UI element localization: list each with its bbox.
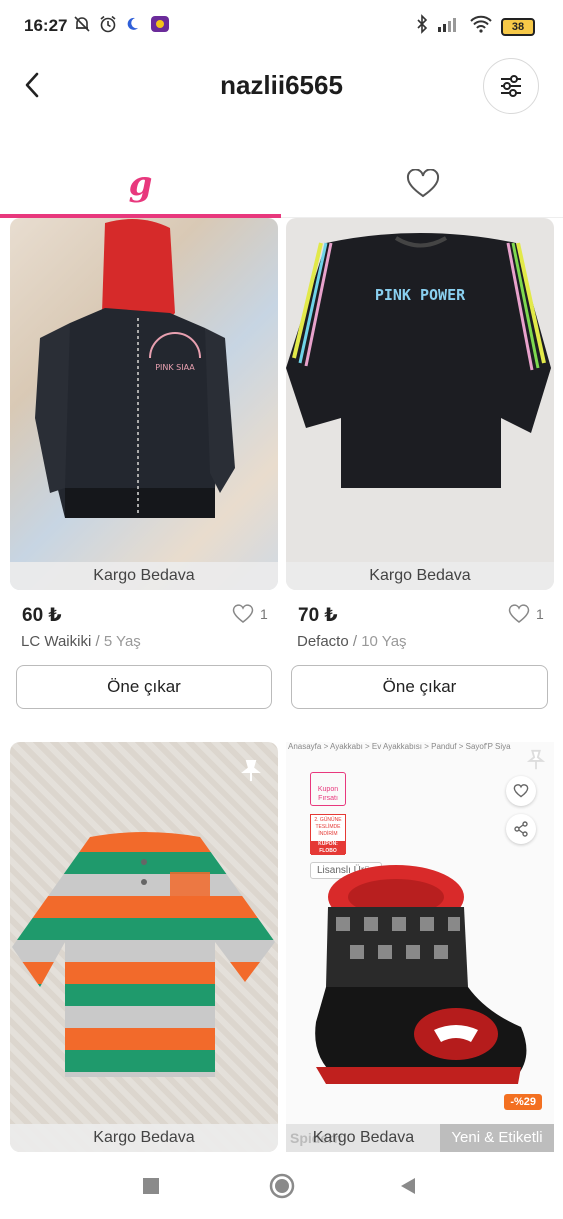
bluetooth-icon bbox=[415, 14, 429, 39]
app-notification-icon bbox=[150, 14, 170, 34]
delivery-badge: 2. GÜNÜNE TESLİMDE İNDİRİM KUPON: FLOBO bbox=[310, 814, 346, 855]
shipping-label: Kargo Bedava bbox=[312, 1129, 415, 1146]
moon-icon bbox=[124, 14, 144, 34]
status-time: 16:27 bbox=[24, 16, 68, 35]
sliders-icon bbox=[501, 75, 521, 97]
profile-tabs: g bbox=[0, 150, 563, 218]
like-count[interactable]: 1 bbox=[232, 604, 268, 624]
pin-icon[interactable] bbox=[524, 748, 548, 772]
promote-button[interactable]: Öne çıkar bbox=[291, 665, 548, 709]
like-count[interactable]: 1 bbox=[508, 604, 544, 624]
page-title: nazlii6565 bbox=[220, 70, 343, 100]
new-with-tags-label: Yeni & Etiketli bbox=[440, 1124, 554, 1152]
product-image[interactable]: Kargo Bedava bbox=[10, 742, 278, 1152]
svg-text:PINK SIAA: PINK SIAA bbox=[155, 363, 195, 372]
pin-icon[interactable] bbox=[238, 758, 264, 784]
triangle-back-icon bbox=[401, 1178, 415, 1194]
app-header: nazlii6565 bbox=[0, 52, 563, 122]
battery-icon: 38 bbox=[501, 17, 535, 36]
back-nav-button[interactable] bbox=[398, 1176, 418, 1201]
product-price: 70 ₺ bbox=[298, 605, 338, 626]
share-icon bbox=[514, 821, 528, 837]
heart-icon bbox=[406, 169, 439, 198]
favorite-button[interactable] bbox=[506, 776, 536, 806]
share-button[interactable] bbox=[506, 814, 536, 844]
shipping-label: Kargo Bedava bbox=[10, 1124, 278, 1152]
filter-button[interactable] bbox=[483, 58, 539, 114]
tab-likes[interactable] bbox=[282, 150, 563, 218]
product-meta: LC Waikiki / 5 Yaş bbox=[21, 633, 141, 650]
discount-badge: -%29 bbox=[504, 1094, 542, 1110]
product-brand: Defacto bbox=[297, 633, 349, 650]
product-image[interactable]: PINK SIAA Kargo Bedava bbox=[10, 218, 278, 590]
heart-icon bbox=[513, 784, 529, 798]
product-image[interactable]: Anasayfa > Ayakkabı > Ev Ayakkabısı > Pa… bbox=[286, 742, 554, 1152]
svg-text:PINK POWER: PINK POWER bbox=[375, 286, 466, 304]
alarm-icon bbox=[98, 14, 118, 34]
shipping-label: Kargo Bedava bbox=[286, 562, 554, 590]
shipping-label: Kargo Bedava bbox=[10, 562, 278, 590]
heart-icon bbox=[508, 604, 530, 623]
coupon-badge: Kupon Fırsatı bbox=[310, 772, 346, 806]
sweatshirt-image: PINK POWER bbox=[286, 233, 551, 488]
product-size: 10 Yaş bbox=[361, 633, 407, 650]
tab-closet[interactable]: g bbox=[0, 150, 281, 218]
recents-button[interactable] bbox=[142, 1177, 160, 1200]
breadcrumb: Anasayfa > Ayakkabı > Ev Ayakkabısı > Pa… bbox=[288, 742, 511, 751]
home-button[interactable] bbox=[268, 1172, 296, 1205]
heart-icon bbox=[232, 604, 254, 623]
product-brand: LC Waikiki bbox=[21, 633, 92, 650]
striped-shirt-image bbox=[12, 832, 275, 1077]
product-card[interactable]: PINK SIAA Kargo Bedava 60 ₺ 1 LC Waikiki… bbox=[10, 218, 278, 718]
signal-icon bbox=[437, 15, 461, 38]
product-image[interactable]: PINK POWER Kargo Bedava bbox=[286, 218, 554, 590]
slipper-image bbox=[315, 865, 527, 1084]
system-nav-bar bbox=[0, 1158, 563, 1219]
closet-logo-icon: g bbox=[128, 164, 153, 204]
product-price: 60 ₺ bbox=[22, 605, 62, 626]
bell-off-icon bbox=[72, 14, 92, 34]
circle-icon bbox=[269, 1173, 295, 1199]
square-icon bbox=[143, 1178, 159, 1194]
product-card[interactable]: Kargo Bedava bbox=[10, 742, 278, 1152]
promote-button[interactable]: Öne çıkar bbox=[16, 665, 272, 709]
product-meta: Defacto / 10 Yaş bbox=[297, 633, 407, 650]
jacket-image: PINK SIAA bbox=[35, 219, 235, 518]
wifi-icon bbox=[469, 15, 493, 38]
status-bar: 16:27 38 bbox=[0, 0, 563, 52]
product-card[interactable]: PINK POWER Kargo Bedava 70 ₺ 1 Defacto /… bbox=[286, 218, 554, 718]
product-size: 5 Yaş bbox=[103, 633, 141, 650]
product-card[interactable]: Anasayfa > Ayakkabı > Ev Ayakkabısı > Pa… bbox=[286, 742, 554, 1152]
